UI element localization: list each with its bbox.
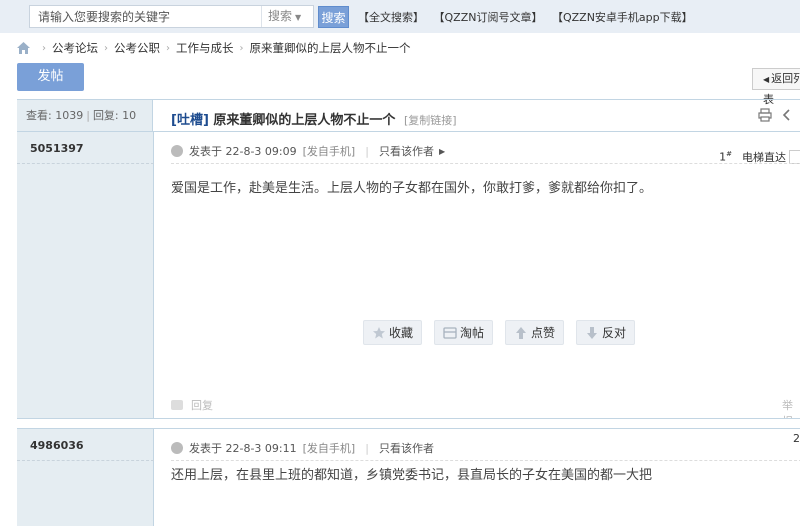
thread-tag[interactable]: [吐槽] [171,113,209,128]
meta-divider-line [171,163,800,164]
post-separator [17,418,800,429]
breadcrumb-item-thread[interactable]: 原来董卿似的上层人物不止一个 [250,40,411,56]
post-time: 22-8-3 09:09 [225,144,297,158]
home-icon[interactable] [17,42,30,54]
search-input[interactable] [30,6,260,27]
reply-icon [171,400,183,410]
fulltext-search-link[interactable]: 【全文搜索】 [358,11,424,24]
search-button[interactable]: 搜索 [318,6,349,28]
thread-title: [吐槽] 原来董卿似的上层人物不止一个 [复制链接] [171,109,457,128]
bowl-button[interactable]: 淘帖 [434,320,494,345]
post: 5051397 发表于 22-8-3 09:09 [发自手机] | 只看该作者 … [17,132,800,418]
post-content: 还用上层，在县里上班的都知道，乡镇党委书记，县直局长的子女在美国的都一大把 [171,468,653,483]
meta-divider: | [365,144,369,158]
bowl-icon [443,326,457,339]
favorite-button[interactable]: 收藏 [363,320,423,345]
post-source: [发自手机] [302,145,356,158]
elevator-input[interactable] [789,150,800,164]
thumbs-up-icon [516,326,527,339]
posted-label: 发表于 [189,442,222,455]
post-meta: 发表于 22-8-3 09:09 [发自手机] | 只看该作者 ▶ 1# 电梯直… [171,141,800,164]
like-button[interactable]: 点赞 [505,320,565,345]
post-author-sidebar: 5051397 [17,132,154,418]
post-time: 22-8-3 09:11 [225,441,297,455]
copy-link[interactable]: [复制链接] [404,114,457,127]
search-type-label: 搜索 [268,9,293,23]
floor-number: 2 [793,432,800,445]
post-meta: 发表于 22-8-3 09:11 [发自手机] | 只看该作者 [171,438,800,458]
sidebar-divider [17,163,154,164]
dislike-button[interactable]: 反对 [576,320,636,345]
post-source: [发自手机] [302,442,356,455]
android-app-link[interactable]: 【QZZN安卓手机app下载】 [552,11,693,24]
replies-count: 10 [122,109,137,122]
post: 4986036 发表于 22-8-3 09:11 [发自手机] | 只看该作者 … [17,429,800,526]
chevron-left-icon: ◀ [763,75,770,84]
meta-divider-line [171,460,800,461]
breadcrumb: › 公考论坛 › 公考公职 › 工作与成长 › 原来董卿似的上层人物不止一个 [17,41,411,55]
breadcrumb-item-category[interactable]: 公考公职 [114,40,160,56]
breadcrumb-separator: › [239,42,244,54]
thread-tools [758,108,800,122]
breadcrumb-separator: › [104,42,108,54]
breadcrumb-separator: › [166,42,170,54]
sidebar-divider [17,460,154,461]
search-type-select[interactable]: 搜索 ▼ [261,6,313,27]
top-search-bar: 搜索▼ 搜索 【全文搜索】 【QZZN订阅号文章】 【QZZN安卓手机app下载… [0,0,800,33]
breadcrumb-item-forum[interactable]: 公考论坛 [52,40,98,56]
only-author-link[interactable]: 只看该作者 [379,143,434,159]
replies-label: 回复: [92,109,119,122]
online-status-icon [171,145,183,157]
breadcrumb-separator: › [42,42,46,54]
views-count: 1039 [55,109,84,122]
chevron-right-icon: ▶ [438,146,446,156]
online-status-icon [171,442,183,454]
subscription-articles-link[interactable]: 【QZZN订阅号文章】 [434,11,543,24]
stats-divider: | [86,109,90,122]
thread-title-text: 原来董卿似的上层人物不止一个 [213,113,396,128]
breadcrumb-item-board[interactable]: 工作与成长 [176,40,234,56]
post-author-sidebar: 4986036 [17,429,154,526]
print-icon[interactable] [758,108,772,122]
floor-number: 1# [719,150,732,164]
views-label: 查看: [26,109,52,122]
meta-divider: | [365,441,369,455]
thread-stats: 查看: 1039 | 回复: 10 [17,100,153,131]
top-links: 【全文搜索】 【QZZN订阅号文章】 【QZZN安卓手机app下载】 [358,9,699,25]
reply-link[interactable]: 回复 [171,397,213,413]
thumbs-down-icon [587,326,598,339]
return-to-list-button[interactable]: ◀ 返回列表 [752,68,800,106]
only-author-link[interactable]: 只看该作者 [379,440,434,456]
search-box: 搜索▼ [29,5,314,28]
thread-header: 查看: 1039 | 回复: 10 [吐槽] 原来董卿似的上层人物不止一个 [复制链… [17,99,800,132]
author-name[interactable]: 5051397 [30,142,84,155]
post-content: 爱国是工作，赴美是生活。上层人物的子女都在国外，你敢打爹，爹就都给你扣了。 [171,181,653,196]
post-actions: 收藏 淘帖 点赞 反对 [363,320,636,345]
posted-label: 发表于 [189,145,222,158]
new-post-button[interactable]: 发帖 [17,63,84,91]
author-name[interactable]: 4986036 [30,439,84,452]
chevron-down-icon: ▼ [295,13,302,22]
star-icon [373,326,385,338]
previous-thread-icon[interactable] [781,108,793,122]
